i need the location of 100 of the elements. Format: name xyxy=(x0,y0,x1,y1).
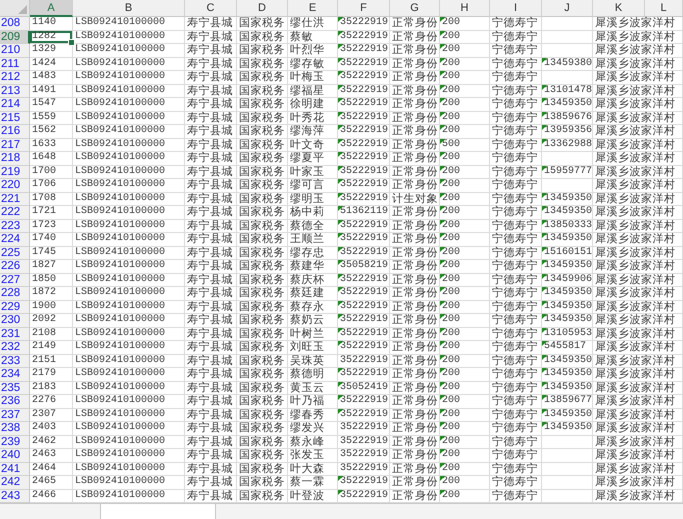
table-cell: 正常身份 xyxy=(390,274,440,287)
row-header[interactable]: 236 xyxy=(0,395,30,408)
table-cell: 13459350 xyxy=(542,260,593,274)
row-header[interactable]: 215 xyxy=(0,112,30,125)
row-header[interactable]: 227 xyxy=(0,274,30,287)
column-header[interactable]: H xyxy=(440,0,490,17)
row-header[interactable]: 218 xyxy=(0,152,30,166)
table-cell: 宁德寿宁 xyxy=(490,341,542,354)
row-header[interactable]: 209 xyxy=(0,30,30,44)
table-cell: 蔡德明 xyxy=(288,368,338,382)
column-header[interactable]: E xyxy=(288,0,338,17)
column-header[interactable]: F xyxy=(338,0,390,17)
row-header[interactable]: 235 xyxy=(0,382,30,395)
row-header[interactable]: 231 xyxy=(0,328,30,341)
column-header[interactable]: A xyxy=(30,0,73,17)
table-cell: 寿宁县城 xyxy=(185,408,237,422)
table-cell: 1562 xyxy=(30,125,73,138)
table-cell: 国家税务 xyxy=(237,260,288,274)
row-header[interactable]: 240 xyxy=(0,449,30,462)
table-cell: 蔡奶云 xyxy=(288,314,338,328)
table-cell: 犀溪乡波家洋村 xyxy=(593,71,683,84)
row-header[interactable]: 212 xyxy=(0,71,30,84)
table-cell: 叶家玉 xyxy=(288,166,338,179)
table-cell: 杨中莉 xyxy=(288,206,338,220)
table-cell: LSB092410100000 xyxy=(73,84,185,98)
row-header[interactable]: 219 xyxy=(0,166,30,179)
empty-cell xyxy=(542,30,593,44)
table-cell: LSB092410100000 xyxy=(73,422,185,436)
table-cell: 正常身份 xyxy=(390,98,440,112)
row-header[interactable]: 241 xyxy=(0,462,30,476)
row-header[interactable]: 237 xyxy=(0,408,30,422)
row-header[interactable]: 214 xyxy=(0,98,30,112)
column-header[interactable]: B xyxy=(73,0,185,17)
table-cell: 1491 xyxy=(30,84,73,98)
table-cell: 正常身份 xyxy=(390,368,440,382)
table-cell: 吴珠英 xyxy=(288,354,338,368)
row-header[interactable]: 220 xyxy=(0,179,30,192)
row-header[interactable]: 222 xyxy=(0,206,30,220)
row-header[interactable]: 232 xyxy=(0,341,30,354)
table-cell: 13101478 xyxy=(542,84,593,98)
table-cell: 寿宁县城 xyxy=(185,300,237,314)
table-cell: 缪福星 xyxy=(288,84,338,98)
column-header[interactable]: C xyxy=(185,0,237,17)
row-header[interactable]: 210 xyxy=(0,44,30,58)
table-cell: 犀溪乡波家洋村 xyxy=(593,152,683,166)
row-header[interactable]: 225 xyxy=(0,246,30,260)
table-cell: 2108 xyxy=(30,328,73,341)
table-cell: 正常身份 xyxy=(390,138,440,152)
table-cell: 200 xyxy=(440,449,490,462)
row-header[interactable]: 242 xyxy=(0,476,30,490)
column-header[interactable]: I xyxy=(490,0,542,17)
row-header[interactable]: 211 xyxy=(0,58,30,71)
table-cell: 35058219 xyxy=(338,260,390,274)
table-cell: 国家税务 xyxy=(237,98,288,112)
table-cell: 寿宁县城 xyxy=(185,314,237,328)
table-cell: 国家税务 xyxy=(237,287,288,300)
table-cell: 宁德寿宁 xyxy=(490,476,542,490)
table-cell: LSB092410100000 xyxy=(73,220,185,233)
table-cell: 13459350 xyxy=(542,98,593,112)
row-header[interactable]: 226 xyxy=(0,260,30,274)
row-header[interactable]: 224 xyxy=(0,233,30,246)
table-cell: 13850333 xyxy=(542,220,593,233)
row-header[interactable]: 213 xyxy=(0,84,30,98)
table-cell: LSB092410100000 xyxy=(73,206,185,220)
row-header[interactable]: 238 xyxy=(0,422,30,436)
row-header[interactable]: 229 xyxy=(0,300,30,314)
table-cell: 13459906 xyxy=(542,274,593,287)
table-cell: LSB092410100000 xyxy=(73,354,185,368)
table-cell: LSB092410100000 xyxy=(73,287,185,300)
row-header[interactable]: 243 xyxy=(0,490,30,503)
table-cell: 寿宁县城 xyxy=(185,476,237,490)
row-header[interactable]: 233 xyxy=(0,354,30,368)
column-header[interactable]: G xyxy=(390,0,440,17)
row-header[interactable]: 223 xyxy=(0,220,30,233)
table-cell: 宁德寿宁 xyxy=(490,287,542,300)
table-cell: 国家税务 xyxy=(237,476,288,490)
table-cell: 寿宁县城 xyxy=(185,354,237,368)
table-cell: 叶乃福 xyxy=(288,395,338,408)
row-header[interactable]: 216 xyxy=(0,125,30,138)
select-all-button[interactable] xyxy=(0,0,30,17)
row-header[interactable]: 228 xyxy=(0,287,30,300)
row-header[interactable]: 221 xyxy=(0,192,30,206)
row-header[interactable]: 234 xyxy=(0,368,30,382)
row-header[interactable]: 230 xyxy=(0,314,30,328)
row-header[interactable]: 217 xyxy=(0,138,30,152)
column-header[interactable]: K xyxy=(593,0,645,17)
table-cell: 35222919 xyxy=(338,274,390,287)
table-cell: 寿宁县城 xyxy=(185,341,237,354)
table-cell: 200 xyxy=(440,233,490,246)
column-header[interactable]: L xyxy=(645,0,683,17)
row-header[interactable]: 208 xyxy=(0,17,30,30)
table-cell: 35222919 xyxy=(338,436,390,449)
row-header[interactable]: 239 xyxy=(0,436,30,449)
table-cell: 35222919 xyxy=(338,192,390,206)
column-header[interactable]: J xyxy=(542,0,593,17)
table-cell: 正常身份 xyxy=(390,220,440,233)
table-cell: 徐明建 xyxy=(288,98,338,112)
column-header[interactable]: D xyxy=(237,0,288,17)
fill-handle[interactable] xyxy=(68,39,75,46)
table-cell: 200 xyxy=(440,341,490,354)
